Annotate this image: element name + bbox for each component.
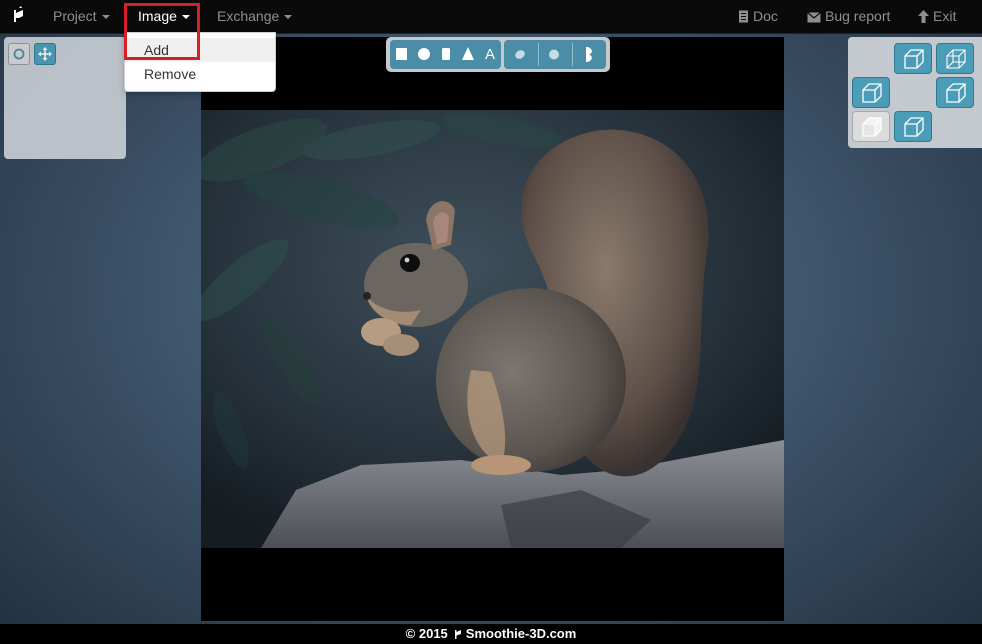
view-panel	[848, 37, 982, 148]
squirrel-image[interactable]	[201, 110, 784, 548]
image-dropdown-menu: Add Remove	[124, 32, 276, 92]
cylinder-icon	[442, 48, 450, 60]
exchange-menu[interactable]: Exchange	[217, 0, 293, 33]
add-sphere-shaded-button[interactable]	[543, 40, 565, 69]
envelope-icon	[807, 12, 821, 23]
footer: © 2015 Smoothie-3D.com	[0, 624, 982, 644]
rotate-button[interactable]	[8, 43, 30, 65]
add-cylinder-button[interactable]	[435, 40, 457, 69]
add-half-shape-button[interactable]	[578, 40, 600, 69]
exchange-menu-label: Exchange	[217, 8, 280, 24]
modifier-shapes-group	[504, 40, 606, 69]
bug-report-label: Bug report	[825, 8, 891, 24]
ellipse-icon	[515, 50, 525, 59]
smoothie-logo-icon	[454, 630, 461, 639]
doc-link[interactable]: Doc	[738, 0, 778, 33]
add-image-item[interactable]: Add	[125, 38, 275, 62]
left-tool-panel	[4, 37, 126, 159]
cube-back-view-icon	[946, 49, 966, 69]
circle-icon	[418, 48, 430, 60]
doc-link-label: Doc	[753, 8, 778, 24]
separator	[572, 43, 573, 66]
project-menu[interactable]: Project	[53, 0, 110, 33]
smoothie-logo-icon[interactable]	[11, 6, 27, 26]
shape-toolbar: A	[386, 37, 610, 72]
sphere-icon	[549, 49, 559, 60]
copyright-text: © 2015	[405, 626, 448, 641]
view-top-button[interactable]	[894, 43, 932, 74]
image-menu-label: Image	[138, 8, 177, 24]
remove-image-item[interactable]: Remove	[125, 62, 275, 86]
view-bottom-button[interactable]	[894, 111, 932, 142]
chevron-down-icon	[284, 15, 293, 20]
primitive-shapes-group: A	[390, 40, 501, 69]
site-name[interactable]: Smoothie-3D.com	[466, 626, 577, 641]
cube-top-view-icon	[904, 49, 924, 69]
top-navbar: Project Image Exchange Doc Bug report Ex…	[0, 0, 982, 34]
cube-right-view-icon	[946, 83, 966, 103]
exit-link[interactable]: Exit	[918, 0, 956, 33]
cube-bottom-view-icon	[904, 117, 924, 137]
square-icon	[396, 48, 407, 60]
view-back-button[interactable]	[936, 43, 974, 74]
rotate-icon	[13, 48, 25, 60]
add-text-button[interactable]: A	[479, 40, 501, 69]
move-icon	[38, 47, 52, 61]
document-icon	[739, 10, 748, 23]
view-right-button[interactable]	[936, 77, 974, 108]
arrow-up-icon	[918, 10, 929, 23]
chevron-down-icon	[181, 15, 190, 20]
triangle-icon	[462, 47, 474, 60]
move-button[interactable]	[34, 43, 56, 65]
add-ellipse-button[interactable]	[509, 40, 531, 69]
view-front-button[interactable]	[852, 111, 890, 142]
exit-link-label: Exit	[933, 8, 957, 24]
text-tool-label: A	[484, 46, 495, 63]
cube-left-view-icon	[862, 83, 882, 103]
bug-report-link[interactable]: Bug report	[807, 0, 890, 33]
separator	[538, 43, 539, 66]
add-cone-button[interactable]	[457, 40, 479, 69]
half-shape-icon	[586, 47, 592, 62]
add-sphere-button[interactable]	[413, 40, 435, 69]
project-menu-label: Project	[53, 8, 97, 24]
image-menu[interactable]: Image	[138, 0, 190, 33]
editor-canvas[interactable]	[201, 37, 784, 621]
add-cube-button[interactable]	[391, 40, 413, 69]
cube-front-view-icon	[862, 117, 882, 137]
view-left-button[interactable]	[852, 77, 890, 108]
chevron-down-icon	[101, 15, 110, 20]
